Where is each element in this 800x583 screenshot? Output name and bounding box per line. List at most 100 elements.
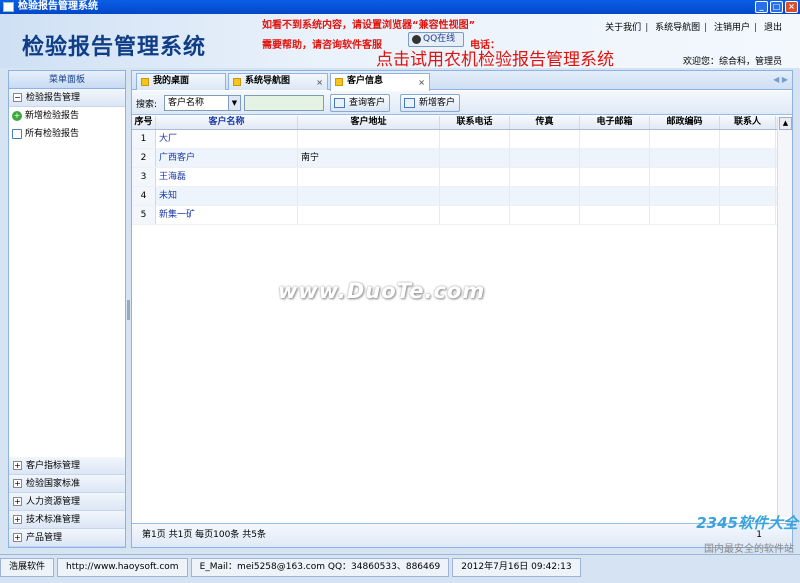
customer-name: 大厂 [156,130,298,148]
tab-label: 客户信息 [347,76,384,86]
col-header[interactable]: 客户名称 [156,116,298,129]
badge-title: 2345软件大全 [696,514,798,532]
top-links: 关于我们 | 系统导航图 | 注销用户 | 退出 [601,20,786,33]
tab-icon [141,78,149,86]
toolbar: 搜索: 客户名称 ▼ 查询客户 新增客户 [132,91,792,115]
tab-nav-map[interactable]: 系统导航图 × [228,73,328,90]
about-link[interactable]: 关于我们 [601,23,645,33]
sidebar-group-tech-standard[interactable]: + 技术标准管理 [9,511,125,529]
minimize-button[interactable]: _ [755,1,768,13]
item-label: 新增检验报告 [25,111,80,121]
badge-subtitle: 国内最安全的软件站 [704,544,794,555]
col-header[interactable]: 传真 [510,116,580,129]
close-button[interactable]: × [785,1,798,13]
add-icon [404,98,415,108]
table-scrollbar[interactable]: ▲ [777,117,792,517]
col-header[interactable]: 联系电话 [440,116,510,129]
customer-address [298,168,440,186]
customer-table: 序号 客户名称 客户地址 联系电话 传真 电子邮箱 邮政编码 联系人 1 大厂 … [132,116,792,225]
app-header: 检验报告管理系统 如看不到系统内容，请设置浏览器“兼容性视图” 需要帮助，请咨询… [0,14,800,70]
search-label: 搜索: [136,100,158,110]
table-row[interactable]: 4 未知 [132,187,792,206]
button-label: 查询客户 [349,98,386,108]
collapse-icon: − [13,93,22,102]
row-number: 1 [132,130,156,148]
main-panel: 我的桌面 系统导航图 × 客户信息 × ◀ ▶ 搜索: 客户名称 ▼ 查询客户 新增客… [131,70,793,548]
sidebar-item-all-reports[interactable]: 所有检验报告 [9,125,125,143]
expand-icon: + [13,479,22,488]
window-title: 检验报告管理系统 [18,1,98,12]
customer-address [298,187,440,205]
nav-map-link[interactable]: 系统导航图 [651,23,704,33]
site-badge: 2345软件大全 国内最安全的软件站 [658,512,798,555]
customer-name: 未知 [156,187,298,205]
group-label: 产品管理 [26,533,63,543]
sidebar-group-hr[interactable]: + 人力资源管理 [9,493,125,511]
group-label: 人力资源管理 [26,497,81,507]
search-field-select[interactable]: 客户名称 ▼ [164,95,241,111]
col-header[interactable]: 客户地址 [298,116,440,129]
tab-desktop[interactable]: 我的桌面 [136,73,226,90]
tab-customer-info[interactable]: 客户信息 × [330,73,430,91]
scroll-up-icon[interactable]: ▲ [779,117,792,130]
status-bar: 浩展软件 http://www.haoysoft.com E_Mail：mei5… [0,554,800,583]
sidebar-group-customer-index[interactable]: + 客户指标管理 [9,457,125,475]
table-row[interactable]: 2 广西客户 南宁 [132,149,792,168]
col-header[interactable]: 电子邮箱 [580,116,650,129]
search-input[interactable] [244,95,324,111]
status-contact: E_Mail：mei5258@163.com QQ：34860533、88646… [190,558,450,577]
close-tab-icon[interactable]: × [418,75,425,90]
add-customer-button[interactable]: 新增客户 [400,94,461,112]
status-datetime: 2012年7月16日 09:42:13 [452,558,581,577]
tab-scroll-arrows[interactable]: ◀ ▶ [773,75,788,84]
row-number: 5 [132,206,156,224]
group-label: 客户指标管理 [26,461,81,471]
table-row[interactable]: 5 新集一矿 [132,206,792,225]
tab-icon [233,78,241,86]
customer-address [298,130,440,148]
pager-summary: 第1页 共1页 每页100条 共5条 [142,530,266,540]
watermark: www.DuoTe.com [278,279,486,303]
col-header[interactable]: 邮政编码 [650,116,720,129]
compat-notice: 如看不到系统内容，请设置浏览器“兼容性视图” [262,20,476,31]
button-label: 新增客户 [419,98,456,108]
row-number: 3 [132,168,156,186]
search-icon [334,98,345,108]
close-tab-icon[interactable]: × [316,75,323,90]
app-icon [3,2,14,12]
exit-link[interactable]: 退出 [760,23,786,33]
expand-icon: + [13,461,22,470]
promo-link[interactable]: 点击试用农机检验报告管理系统 [376,45,614,70]
dropdown-arrow-icon: ▼ [228,96,240,110]
add-icon: + [12,110,22,121]
logout-link[interactable]: 注销用户 [710,23,754,33]
col-header[interactable]: 序号 [132,116,156,129]
maximize-button[interactable]: □ [770,1,783,13]
tab-label: 系统导航图 [245,76,291,86]
sidebar-group-national-standard[interactable]: + 检验国家标准 [9,475,125,493]
group-label: 检验国家标准 [26,479,81,489]
status-company: 浩展软件 [0,558,55,577]
table-row[interactable]: 3 王海磊 [132,168,792,187]
sidebar-group-report[interactable]: − 检验报告管理 [9,89,125,107]
sidebar-group-product[interactable]: + 产品管理 [9,529,125,547]
col-header[interactable]: 联系人 [720,116,776,129]
row-number: 2 [132,149,156,167]
document-icon [12,128,22,139]
sidebar-title: 菜单面板 [9,71,125,89]
status-site[interactable]: http://www.haoysoft.com [57,558,188,577]
customer-name: 广西客户 [156,149,298,167]
query-customer-button[interactable]: 查询客户 [330,94,391,112]
row-number: 4 [132,187,156,205]
group-label: 检验报告管理 [26,93,81,103]
expand-icon: + [13,515,22,524]
sidebar-item-new-report[interactable]: + 新增检验报告 [9,107,125,125]
table-row[interactable]: 1 大厂 [132,130,792,149]
sidebar: 菜单面板 − 检验报告管理 + 新增检验报告 所有检验报告 + 客户指标管理 + 检验国… [8,70,126,548]
customer-name: 王海磊 [156,168,298,186]
tab-label: 我的桌面 [153,76,190,86]
tab-icon [335,78,343,86]
tab-strip: 我的桌面 系统导航图 × 客户信息 × ◀ ▶ [132,71,792,91]
item-label: 所有检验报告 [25,129,80,139]
table-header: 序号 客户名称 客户地址 联系电话 传真 电子邮箱 邮政编码 联系人 [132,116,792,130]
